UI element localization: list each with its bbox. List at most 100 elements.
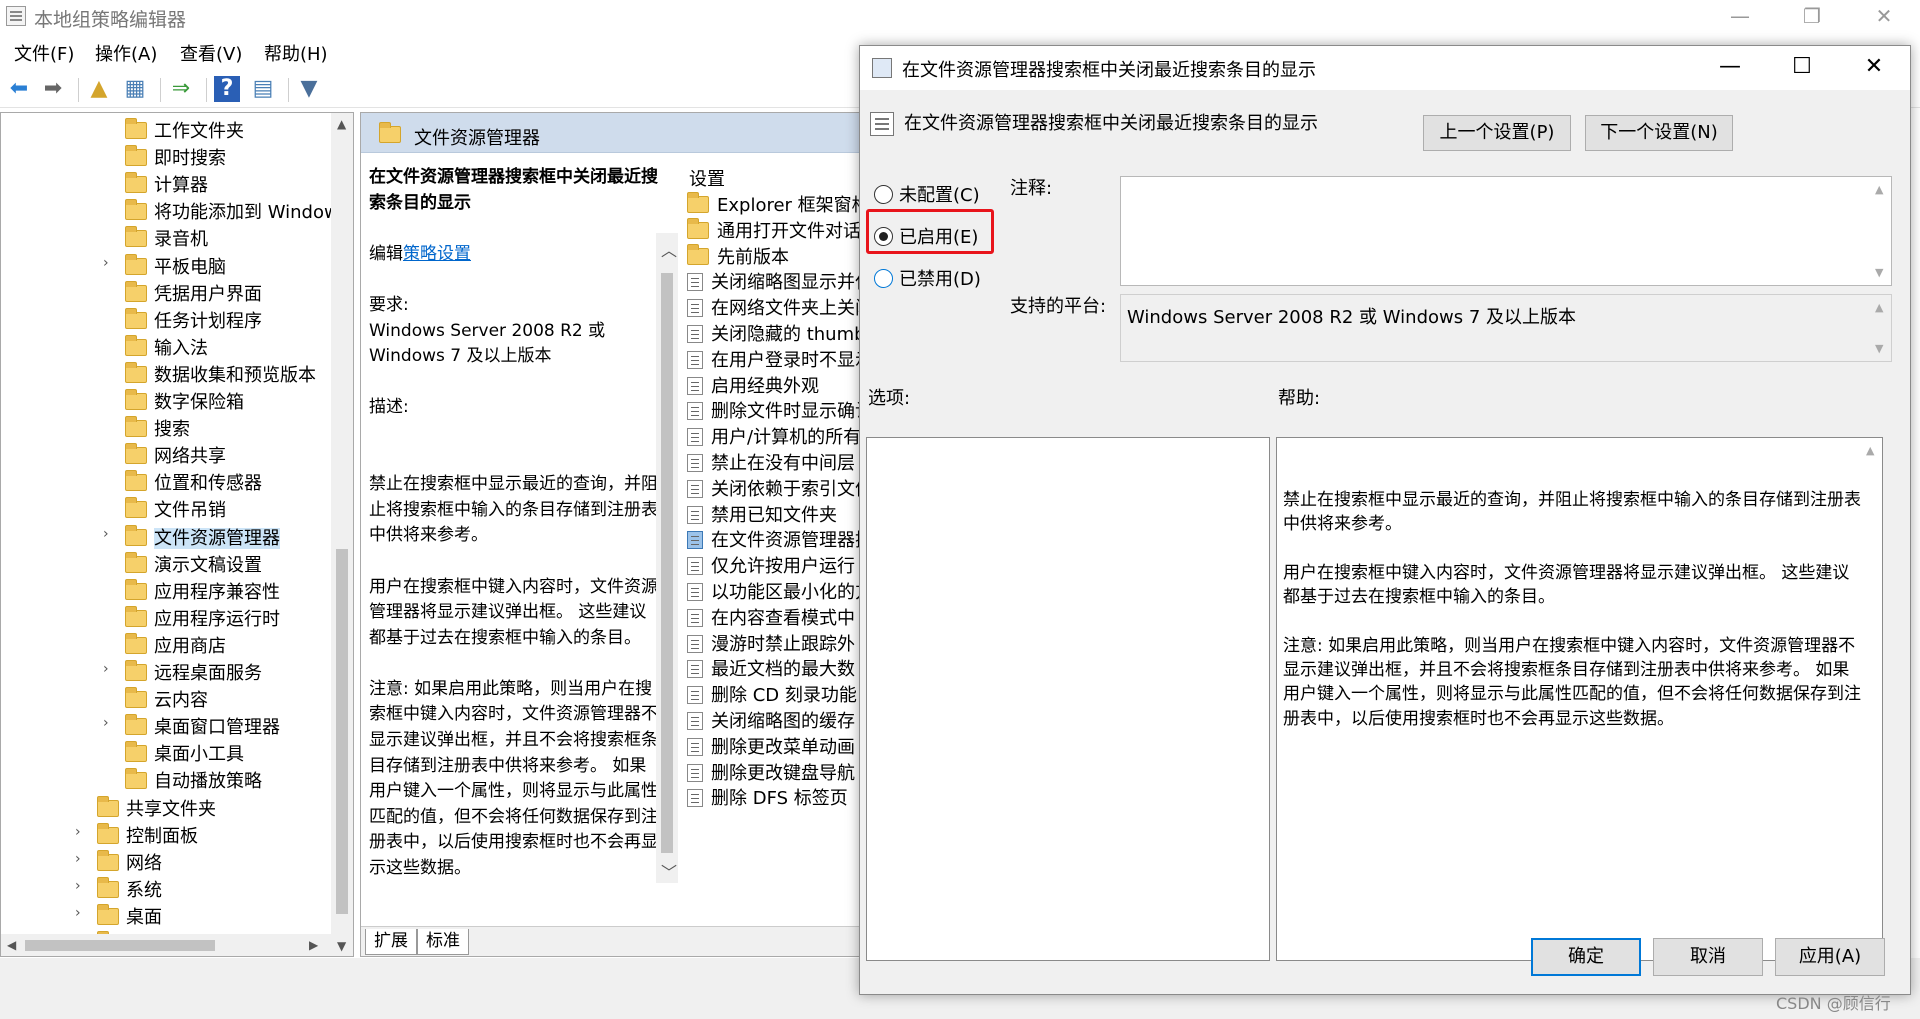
tree-item[interactable]: 文件吊销 xyxy=(125,496,226,523)
settings-column-header[interactable]: 设置 xyxy=(689,165,725,191)
show-hide-tree-icon[interactable]: ▦ xyxy=(122,76,148,102)
up-folder-icon[interactable]: ▲ xyxy=(86,76,112,102)
setting-row[interactable]: 在用户登录时不显示 xyxy=(687,346,859,374)
tree-item[interactable]: 数据收集和预览版本 xyxy=(125,361,316,388)
tree-horizontal-scrollbar[interactable]: ◀ ▶ xyxy=(1,934,333,956)
setting-row[interactable]: 删除 DFS 标签页 xyxy=(687,784,848,812)
tree-item[interactable]: 应用程序运行时 xyxy=(125,605,280,632)
tree-item[interactable]: › 系统 xyxy=(75,876,162,903)
radio-circle[interactable] xyxy=(874,269,893,288)
previous-setting-button[interactable]: 上一个设置(P) xyxy=(1423,115,1571,151)
tree-item[interactable]: 位置和传感器 xyxy=(125,469,262,496)
forward-arrow-icon[interactable]: ➡ xyxy=(40,76,66,102)
tree-item[interactable]: › 桌面 xyxy=(75,903,162,930)
tree-item[interactable]: › 网络 xyxy=(75,849,162,876)
setting-row[interactable]: 关闭依赖于索引文件 xyxy=(687,475,859,503)
expand-arrow-icon[interactable]: › xyxy=(103,255,109,271)
setting-row[interactable]: 先前版本 xyxy=(687,243,789,271)
tree-item[interactable]: 工作文件夹 xyxy=(125,117,244,144)
menu-file[interactable]: 文件(F) xyxy=(14,40,74,66)
menu-view[interactable]: 查看(V) xyxy=(180,40,242,66)
setting-row[interactable]: 关闭缩略图显示并仅显示图标 xyxy=(687,268,859,296)
tree-item[interactable]: 应用程序兼容性 xyxy=(125,578,280,605)
chevron-up-icon[interactable]: ▲ xyxy=(1866,444,1874,457)
radio-not-configured[interactable]: 未配置(C) xyxy=(874,181,980,207)
setting-row[interactable]: 在内容查看模式中 xyxy=(687,604,855,632)
setting-row[interactable]: 禁用已知文件夹 xyxy=(687,501,837,529)
comment-scrollbar[interactable]: ▲ ▼ xyxy=(1871,177,1891,285)
chevron-up-icon[interactable]: ▲ xyxy=(1875,183,1883,196)
expand-arrow-icon[interactable]: › xyxy=(75,878,81,894)
help-icon[interactable]: ? xyxy=(214,76,240,102)
chevron-up-icon[interactable]: ▲ xyxy=(1875,301,1883,314)
tree-item[interactable]: 搜索 xyxy=(125,415,190,442)
menu-action[interactable]: 操作(A) xyxy=(95,40,157,66)
tree-item[interactable]: 网络共享 xyxy=(125,442,226,469)
tree-item[interactable]: 数字保险箱 xyxy=(125,388,244,415)
tree-item[interactable]: › 控制面板 xyxy=(75,822,198,849)
chevron-down-icon[interactable]: ▼ xyxy=(1875,266,1883,279)
apply-button[interactable]: 应用(A) xyxy=(1775,938,1885,976)
expand-arrow-icon[interactable]: › xyxy=(103,526,109,542)
tree-hscroll-thumb[interactable] xyxy=(25,940,215,951)
setting-row[interactable]: 删除更改键盘导航 xyxy=(687,759,855,787)
tree-item[interactable]: 将功能添加到 Windows xyxy=(125,198,348,225)
setting-row[interactable]: 删除 CD 刻录功能 xyxy=(687,681,857,709)
description-scroll-thumb[interactable] xyxy=(661,273,673,853)
setting-row[interactable]: 通用打开文件对话框 xyxy=(687,217,859,245)
setting-row[interactable]: 删除文件时显示确认 xyxy=(687,397,859,425)
export-list-icon[interactable]: ⇒ xyxy=(168,76,194,102)
comment-textarea[interactable]: ▲ ▼ xyxy=(1120,176,1892,286)
setting-row[interactable]: 禁止在没有中间层 xyxy=(687,449,855,477)
tree-item[interactable]: 计算器 xyxy=(125,171,208,198)
tree-item[interactable]: 共享文件夹 xyxy=(97,795,216,822)
close-button[interactable]: ✕ xyxy=(1848,0,1920,34)
setting-row[interactable]: 用户/计算机的所有 xyxy=(687,423,859,451)
scroll-down-icon[interactable]: ▼ xyxy=(337,939,346,953)
scroll-right-icon[interactable]: ▶ xyxy=(309,938,318,952)
menu-help[interactable]: 帮助(H) xyxy=(264,40,328,66)
description-scrollbar[interactable]: ︿ ﹀ xyxy=(656,233,678,883)
tree-item[interactable]: 应用商店 xyxy=(125,632,226,659)
cancel-button[interactable]: 取消 xyxy=(1653,938,1763,976)
setting-row[interactable]: Explorer 框架窗格 xyxy=(687,191,859,219)
next-setting-button[interactable]: 下一个设置(N) xyxy=(1585,115,1733,151)
tree-item[interactable]: › 远程桌面服务 xyxy=(103,659,262,686)
platform-scrollbar[interactable]: ▲ ▼ xyxy=(1871,295,1891,361)
minimize-button[interactable]: — xyxy=(1704,0,1776,34)
setting-row[interactable]: 漫游时禁止跟踪外 xyxy=(687,630,855,658)
tab-standard[interactable]: 标准 xyxy=(417,929,469,955)
chevron-up-icon[interactable]: ︿ xyxy=(661,237,677,261)
setting-row[interactable]: 关闭隐藏的 thumbs.db xyxy=(687,320,859,348)
tree-vertical-scrollbar[interactable]: ▲ ▼ xyxy=(331,113,353,956)
tree-scroll-thumb[interactable] xyxy=(336,549,348,914)
setting-row[interactable]: 最近文档的最大数 xyxy=(687,655,855,683)
chevron-down-icon[interactable]: ﹀ xyxy=(661,859,677,883)
dialog-close-button[interactable]: ✕ xyxy=(1838,46,1910,90)
expand-arrow-icon[interactable]: › xyxy=(103,661,109,677)
tree-item[interactable]: 凭据用户界面 xyxy=(125,280,262,307)
setting-row[interactable]: 仅允许按用户运行 xyxy=(687,552,855,580)
tree-item[interactable]: 云内容 xyxy=(125,686,208,713)
radio-circle[interactable] xyxy=(874,185,893,204)
expand-arrow-icon[interactable]: › xyxy=(103,715,109,731)
setting-row[interactable]: 在文件资源管理器搜索框中 xyxy=(687,526,859,554)
policy-settings-link[interactable]: 策略设置 xyxy=(403,244,471,264)
tree-item[interactable]: › 桌面窗口管理器 xyxy=(103,713,280,740)
filter-icon[interactable]: ▼ xyxy=(296,76,322,102)
tab-extended[interactable]: 扩展 xyxy=(365,929,417,955)
tree-item[interactable]: › 平板电脑 xyxy=(103,253,226,280)
tree-item[interactable]: 演示文稿设置 xyxy=(125,551,262,578)
dialog-minimize-button[interactable]: — xyxy=(1694,46,1766,90)
ok-button[interactable]: 确定 xyxy=(1531,938,1641,976)
properties-icon[interactable]: ▤ xyxy=(250,76,276,102)
expand-arrow-icon[interactable]: › xyxy=(75,851,81,867)
radio-disabled[interactable]: 已禁用(D) xyxy=(874,265,981,291)
restore-button[interactable]: ❐ xyxy=(1776,0,1848,34)
tree-item[interactable]: 桌面小工具 xyxy=(125,740,244,767)
expand-arrow-icon[interactable]: › xyxy=(75,824,81,840)
expand-arrow-icon[interactable]: › xyxy=(75,905,81,921)
setting-row[interactable]: 删除更改菜单动画 xyxy=(687,733,855,761)
tree-item[interactable]: 即时搜索 xyxy=(125,144,226,171)
setting-row[interactable]: 关闭缩略图的缓存 xyxy=(687,707,855,735)
